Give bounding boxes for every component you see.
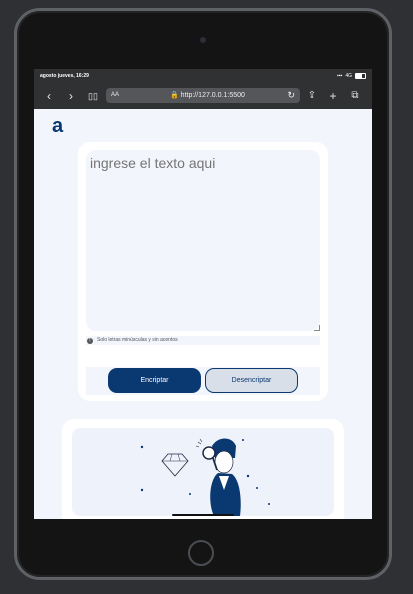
- screen: agosto jueves, 16:29 ▪▪▪ 4G ‹ › ▯▯ AA 🔒 …: [34, 69, 372, 519]
- signal-icon: ▪▪▪: [337, 73, 343, 79]
- network-label: 4G: [345, 73, 352, 79]
- battery-icon: [355, 73, 366, 79]
- forward-icon[interactable]: ›: [64, 89, 78, 103]
- status-bar: agosto jueves, 16:29 ▪▪▪ 4G: [34, 69, 372, 84]
- address-url: 🔒 http://127.0.0.1:5500: [170, 88, 245, 103]
- decrypt-button[interactable]: Desencriptar: [205, 368, 298, 393]
- lock-icon: 🔒: [170, 92, 179, 99]
- status-time: agosto jueves, 16:29: [40, 73, 89, 79]
- resize-handle[interactable]: [314, 325, 320, 331]
- encrypt-button[interactable]: Encriptar: [108, 368, 201, 393]
- input-card: ! Solo letras minúsculas y sin acentos E…: [78, 142, 328, 401]
- reload-icon[interactable]: ↻: [287, 88, 295, 103]
- tabs-icon[interactable]: ⧉: [348, 89, 362, 103]
- info-icon: !: [87, 337, 93, 344]
- text-size-button[interactable]: AA: [111, 88, 119, 103]
- add-tab-icon[interactable]: +: [326, 89, 340, 103]
- text-input[interactable]: [86, 150, 320, 331]
- book-icon[interactable]: ▯▯: [86, 89, 100, 103]
- alura-logo[interactable]: a: [52, 115, 63, 138]
- hint-row: ! Solo letras minúsculas y sin acentos: [86, 336, 320, 345]
- home-indicator: [172, 514, 234, 516]
- button-row: Encriptar Desencriptar: [86, 367, 320, 395]
- status-indicators: ▪▪▪ 4G: [337, 73, 366, 79]
- url-text: http://127.0.0.1:5500: [180, 92, 245, 99]
- home-button[interactable]: [188, 540, 214, 566]
- output-area: [72, 428, 334, 516]
- diamond-icon: [161, 453, 189, 477]
- browser-toolbar: ‹ › ▯▯ AA 🔒 http://127.0.0.1:5500 ↻ ⇪ + …: [34, 84, 372, 109]
- output-card: [62, 419, 344, 519]
- address-bar[interactable]: AA 🔒 http://127.0.0.1:5500 ↻: [106, 88, 300, 103]
- front-camera: [200, 37, 206, 43]
- magnifier-icon: [202, 446, 218, 471]
- share-icon[interactable]: ⇪: [305, 89, 319, 103]
- back-icon[interactable]: ‹: [42, 89, 56, 103]
- hint-text: Solo letras minúsculas y sin acentos: [97, 337, 178, 343]
- search-illustration: [140, 438, 270, 516]
